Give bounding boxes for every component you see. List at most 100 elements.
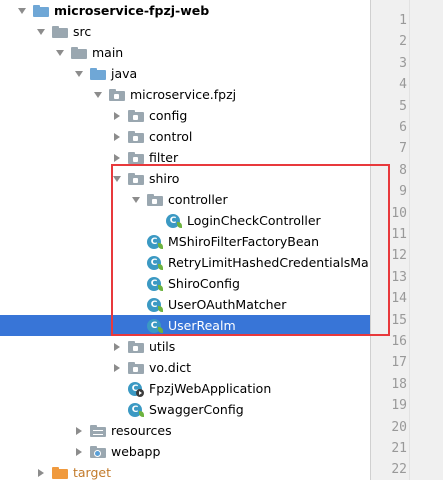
tree-node-label: UserRealm (168, 318, 236, 333)
folder-icon (71, 46, 87, 59)
tree-node[interactable]: microservice.fpzj (0, 84, 370, 105)
tree-node[interactable]: C UserRealm (0, 315, 370, 336)
editor-gutter: 1 2 3 4 5 6 7 8 9 10 11 12 13 14 15 16 17 18 19 20 21 22 (370, 0, 443, 480)
tree-node-label: microservice-fpzj-web (54, 3, 210, 18)
package-icon (128, 151, 144, 164)
tree-node-label: ShiroConfig (168, 276, 240, 291)
gutter-divider (409, 0, 410, 480)
package-icon (128, 130, 144, 143)
tree-node[interactable]: webapp (0, 441, 370, 462)
line-number: 3 (399, 55, 407, 71)
tree-node[interactable]: C MShiroFilterFactoryBean (0, 231, 370, 252)
package-icon (128, 172, 144, 185)
tree-node[interactable]: C ShiroConfig (0, 273, 370, 294)
tree-node-label: microservice.fpzj (130, 87, 237, 102)
tree-node-label: webapp (111, 444, 161, 459)
tree-node-label: main (92, 45, 124, 60)
line-number: 12 (391, 248, 407, 264)
tree-node-label: config (149, 108, 188, 123)
spring-class-icon: C (166, 213, 182, 229)
project-tree: microservice-fpzj-web src main java microser… (0, 0, 370, 480)
tree-node-label: RetryLimitHashedCredentialsMa (168, 255, 369, 270)
source-folder-icon (90, 67, 106, 80)
line-number: 14 (391, 291, 407, 307)
line-number: 7 (399, 141, 407, 157)
tree-node[interactable]: C UserOAuthMatcher (0, 294, 370, 315)
line-number: 1 (399, 13, 407, 28)
tree-node[interactable]: C SwaggerConfig (0, 399, 370, 420)
line-number: 16 (391, 334, 407, 349)
tree-node[interactable]: microservice-fpzj-web (0, 0, 370, 21)
tree-node-label: java (111, 66, 138, 81)
tree-node[interactable]: resources (0, 420, 370, 441)
chevron-right-icon[interactable] (112, 342, 122, 352)
tree-node[interactable]: shiro (0, 168, 370, 189)
web-folder-icon (90, 445, 106, 458)
tree-node[interactable]: src (0, 21, 370, 42)
tree-node-label: shiro (149, 171, 180, 186)
tree-node[interactable]: filter (0, 147, 370, 168)
line-number: 11 (391, 227, 407, 242)
tree-node[interactable]: java (0, 63, 370, 84)
spring-class-icon: C (147, 276, 163, 292)
line-number: 22 (391, 462, 407, 478)
line-number: 2 (399, 34, 407, 50)
spring-class-icon: C (147, 234, 163, 250)
chevron-down-icon[interactable] (112, 174, 122, 184)
tree-node-label: controller (168, 192, 228, 207)
chevron-right-icon[interactable] (36, 468, 46, 478)
module-folder-icon (33, 4, 49, 17)
spring-class-icon: C (147, 297, 163, 313)
line-number: 8 (399, 162, 407, 178)
line-number: 13 (391, 269, 407, 285)
chevron-right-icon[interactable] (112, 363, 122, 373)
tree-node[interactable]: config (0, 105, 370, 126)
tree-node[interactable]: C FpzjWebApplication (0, 378, 370, 399)
tree-node-label: target (73, 465, 112, 480)
spring-class-icon: C (147, 255, 163, 271)
line-number: 9 (399, 184, 407, 200)
line-number: 21 (391, 441, 407, 456)
chevron-down-icon[interactable] (36, 27, 46, 37)
tree-node-label: SwaggerConfig (149, 402, 244, 417)
chevron-right-icon[interactable] (112, 153, 122, 163)
chevron-right-icon[interactable] (112, 132, 122, 142)
tree-node-label: MShiroFilterFactoryBean (168, 234, 320, 249)
line-number: 18 (391, 376, 407, 392)
chevron-down-icon[interactable] (55, 48, 65, 58)
tree-node[interactable]: target (0, 462, 370, 480)
spring-class-icon: C (147, 318, 163, 334)
line-number: 6 (399, 120, 407, 135)
tree-node-label: UserOAuthMatcher (168, 297, 287, 312)
package-icon (128, 340, 144, 353)
tree-node-label: LoginCheckController (187, 213, 321, 228)
tree-node[interactable]: control (0, 126, 370, 147)
chevron-right-icon[interactable] (74, 447, 84, 457)
tree-node[interactable]: main (0, 42, 370, 63)
tree-node-label: utils (149, 339, 176, 354)
chevron-down-icon[interactable] (131, 195, 141, 205)
tree-node[interactable]: vo.dict (0, 357, 370, 378)
chevron-down-icon[interactable] (74, 69, 84, 79)
chevron-down-icon[interactable] (93, 90, 103, 100)
resources-folder-icon (90, 424, 106, 437)
line-number: 19 (391, 398, 407, 414)
chevron-right-icon[interactable] (74, 426, 84, 436)
tree-node[interactable]: utils (0, 336, 370, 357)
tree-node[interactable]: C RetryLimitHashedCredentialsMa (0, 252, 370, 273)
run-class-icon: C (128, 381, 144, 397)
tree-node[interactable]: controller (0, 189, 370, 210)
chevron-down-icon[interactable] (17, 6, 27, 16)
line-number: 17 (391, 355, 407, 371)
line-number: 15 (391, 312, 407, 328)
line-number: 10 (391, 205, 407, 221)
tree-node-label: control (149, 129, 193, 144)
tree-node[interactable]: C LoginCheckController (0, 210, 370, 231)
package-icon (128, 109, 144, 122)
tree-node-label: src (73, 24, 92, 39)
line-number: 4 (399, 77, 407, 93)
line-number: 20 (391, 419, 407, 435)
chevron-right-icon[interactable] (112, 111, 122, 121)
line-number: 5 (399, 98, 407, 114)
spring-class-icon: C (128, 402, 144, 418)
